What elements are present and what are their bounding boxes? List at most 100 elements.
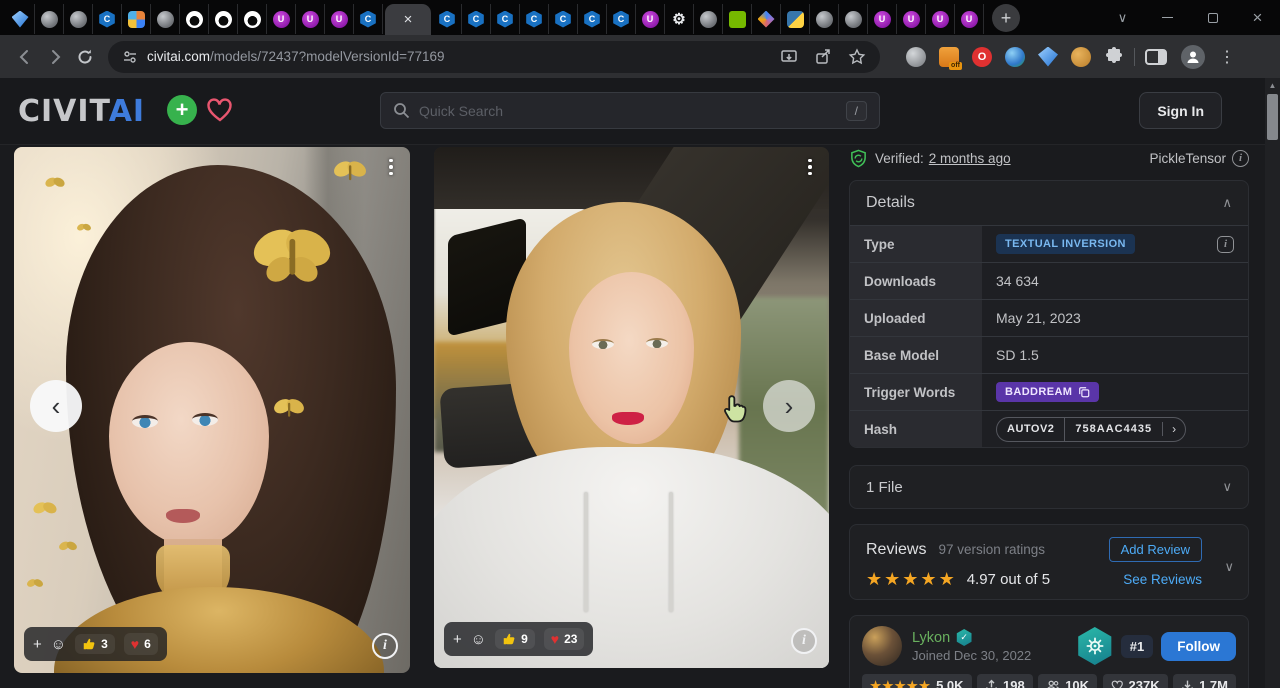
smiley-reaction-button[interactable]: ☺ [51,637,66,652]
browser-tab[interactable]: C [93,4,122,34]
support-heart-button[interactable] [206,97,234,128]
thumbs-up-reaction[interactable]: 9 [495,629,535,649]
browser-tab-strip: CUUUC×CCCCCCCU⚙UUUU + ∨ × [0,0,1280,35]
browser-tab[interactable] [752,4,781,34]
bookmark-star-icon[interactable] [848,48,866,66]
browser-sync-extension-icon[interactable] [1005,47,1025,67]
browser-tab[interactable]: U [868,4,897,34]
browser-tab[interactable] [180,4,209,34]
search-input[interactable] [419,103,837,119]
side-panel-button[interactable] [1145,49,1167,65]
browser-tab[interactable]: C [578,4,607,34]
details-header[interactable]: Details ∧ [850,181,1248,225]
browser-tab[interactable] [151,4,180,34]
add-review-button[interactable]: Add Review [1109,537,1202,562]
site-settings-icon[interactable] [122,49,138,65]
gem-extension-icon[interactable] [1038,47,1058,67]
image-info-button[interactable]: i [372,633,398,659]
type-info-icon[interactable]: i [1217,236,1234,253]
browser-tab[interactable] [209,4,238,34]
browser-tab[interactable] [810,4,839,34]
share-icon[interactable] [814,48,832,66]
browser-tab[interactable]: U [636,4,665,34]
browser-tab[interactable]: C [607,4,636,34]
browser-tab[interactable]: U [897,4,926,34]
scrollbar-thumb[interactable] [1267,94,1278,140]
new-tab-button[interactable]: + [992,4,1020,32]
files-card[interactable]: 1 File ∨ [849,465,1249,509]
browser-tab-active[interactable]: × [385,4,431,35]
close-window-button[interactable]: × [1235,0,1280,35]
heart-reaction[interactable]: ♥ 6 [124,633,158,655]
add-reaction-button[interactable]: + [453,632,462,647]
image-menu-button[interactable] [382,155,400,179]
browser-tab[interactable] [64,4,93,34]
browser-tab[interactable] [6,4,35,34]
browser-tab[interactable]: U [296,4,325,34]
verified-time-link[interactable]: 2 months ago [929,151,1011,166]
see-reviews-link[interactable]: See Reviews [1123,572,1202,587]
flame-off-extension-icon[interactable]: off [939,47,959,67]
browser-tab[interactable] [781,4,810,34]
browser-tab[interactable]: C [354,4,383,34]
create-button[interactable]: + [167,95,197,125]
install-app-icon[interactable] [780,48,798,66]
forward-button[interactable] [40,42,70,72]
browser-tab[interactable] [723,4,752,34]
browser-tab[interactable]: C [462,4,491,34]
browser-tab[interactable]: C [491,4,520,34]
hash-expand-chevron-icon[interactable]: › [1162,422,1185,436]
heart-reaction[interactable]: ♥ 23 [544,628,585,650]
format-info-icon[interactable]: i [1232,150,1249,167]
image-menu-button[interactable] [801,155,819,179]
civitai-logo[interactable]: CIVITAI [18,94,145,129]
expand-chevron-icon[interactable]: ∨ [1222,479,1232,495]
hash-value[interactable]: 758AAC4435 [1064,418,1162,441]
globe-extension-icon[interactable] [906,47,926,67]
type-badge[interactable]: TEXTUAL INVERSION [996,234,1135,254]
browser-tab[interactable] [694,4,723,34]
browser-tab[interactable] [238,4,267,34]
tab-close-icon[interactable]: × [404,12,413,27]
browser-tab[interactable]: C [520,4,549,34]
carousel-previous-button[interactable]: ‹ [30,380,82,432]
cookie-extension-icon[interactable] [1071,47,1091,67]
smiley-reaction-button[interactable]: ☺ [471,632,486,647]
opera-extension-icon[interactable]: O [972,47,992,67]
browser-tab[interactable]: U [955,4,984,34]
trigger-word-badge[interactable]: BADDREAM [996,382,1099,402]
minimize-button[interactable] [1145,0,1190,35]
add-reaction-button[interactable]: + [33,637,42,652]
reload-button[interactable] [70,42,100,72]
creator-avatar[interactable] [862,626,902,666]
thumbs-up-reaction[interactable]: 3 [75,634,115,654]
creator-name[interactable]: Lykon [912,630,950,646]
browser-tab[interactable] [35,4,64,34]
follow-button[interactable]: Follow [1161,632,1236,661]
browser-tab[interactable] [839,4,868,34]
browser-tab[interactable]: C [433,4,462,34]
browser-tab[interactable]: U [325,4,354,34]
restore-button[interactable] [1190,0,1235,35]
sign-in-button[interactable]: Sign In [1139,92,1222,129]
profile-button[interactable] [1181,45,1205,69]
copy-icon[interactable] [1078,386,1090,398]
back-button[interactable] [10,42,40,72]
browser-menu-button[interactable]: ⋮ [1219,47,1235,67]
browser-tab[interactable] [122,4,151,34]
carousel-next-button[interactable]: › [763,380,815,432]
hash-pill[interactable]: AUTOV2 758AAC4435 › [996,417,1186,442]
browser-tab[interactable]: C [549,4,578,34]
search-box[interactable]: / [380,92,880,129]
collapse-chevron-icon[interactable]: ∧ [1222,195,1232,211]
address-bar[interactable]: civitai.com/models/72437?modelVersionId=… [108,41,880,73]
scroll-up-arrow-icon[interactable]: ▲ [1265,78,1280,92]
extensions-puzzle-icon[interactable] [1104,47,1124,67]
browser-tab[interactable]: ⚙ [665,4,694,34]
expand-chevron-icon[interactable]: ∨ [1224,559,1234,575]
browser-tab[interactable]: U [267,4,296,34]
image-info-button[interactable]: i [791,628,817,654]
browser-tab[interactable]: U [926,4,955,34]
tab-search-chevron-icon[interactable]: ∨ [1100,0,1145,35]
page-scrollbar[interactable]: ▲ [1265,78,1280,688]
